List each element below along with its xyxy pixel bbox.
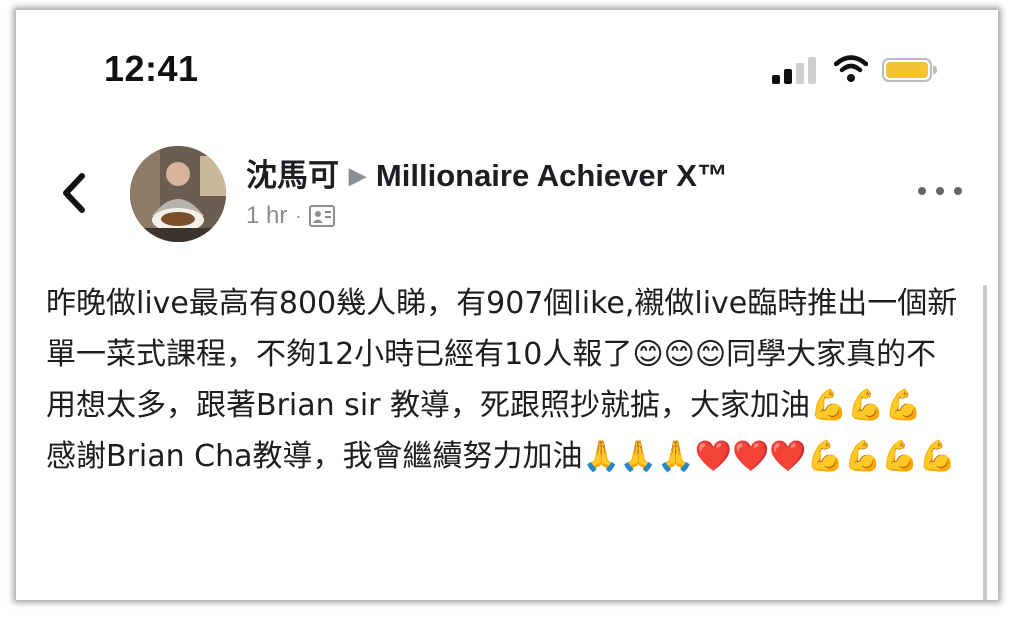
avatar[interactable]: [130, 146, 226, 242]
cellular-signal-icon: [772, 56, 818, 84]
post-meta: 1 hr ·: [246, 202, 336, 230]
post-screenshot: 12:41 沈馬可 ▶ Millionaire Achiever X™ 1 hr…: [16, 10, 998, 600]
post-paragraph-2: 感謝Brian Cha教導，我會繼續努力加油🙏🙏🙏❤️❤️❤️💪💪💪💪: [46, 439, 957, 474]
post-paragraph-1: 昨晚做live最高有800幾人睇，有907個like,襯做live臨時推出一個新…: [46, 286, 958, 423]
scrollbar[interactable]: [983, 285, 987, 600]
chevron-left-icon[interactable]: [58, 170, 88, 216]
group-audience-icon: [309, 205, 336, 227]
author-name-link[interactable]: 沈馬可: [246, 158, 339, 193]
post-author-line: 沈馬可 ▶ Millionaire Achiever X™: [246, 150, 728, 195]
battery-icon: [882, 58, 937, 82]
wifi-icon: [834, 55, 868, 82]
status-time: 12:41: [104, 48, 199, 89]
post-timestamp[interactable]: 1 hr: [246, 202, 287, 230]
shared-to-arrow-icon: ▶: [349, 163, 366, 188]
meta-separator: ·: [295, 205, 302, 226]
post-text: 昨晚做live最高有800幾人睇，有907個like,襯做live臨時推出一個新…: [46, 278, 961, 482]
group-name-link[interactable]: Millionaire Achiever X™: [376, 158, 728, 193]
more-options-icon[interactable]: [916, 178, 964, 202]
